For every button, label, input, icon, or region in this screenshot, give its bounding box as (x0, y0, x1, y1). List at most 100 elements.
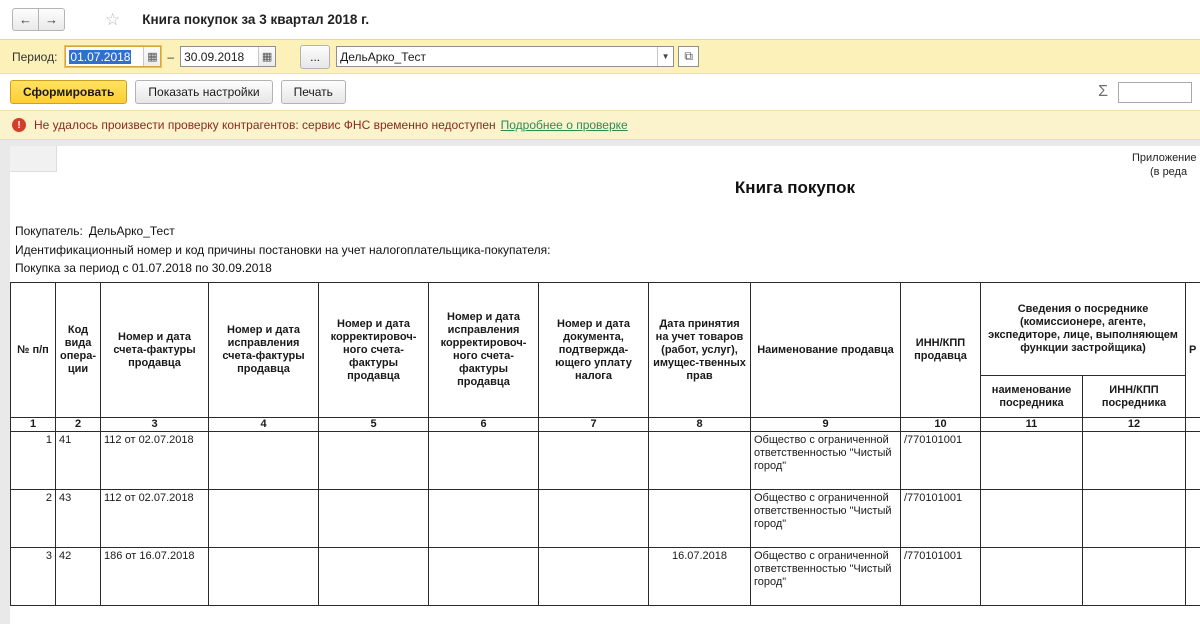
cell-num[interactable]: 1 (10, 431, 56, 490)
forward-button[interactable]: → (38, 8, 65, 31)
date-from-value: 01.07.2018 (69, 49, 132, 64)
titlebar: ← → ☆ Книга покупок за 3 квартал 2018 г. (0, 0, 1200, 40)
generate-button[interactable]: Сформировать (10, 80, 128, 104)
cell-num[interactable]: 3 (10, 547, 56, 606)
cell-adj-invoice[interactable] (318, 489, 429, 548)
cell-op-code[interactable]: 43 (55, 489, 101, 548)
cell-accept-date[interactable] (648, 489, 751, 548)
cell-payment-doc[interactable] (538, 489, 649, 548)
appendix-note-line2: (в реда (1150, 166, 1188, 178)
cell-extra[interactable] (1185, 547, 1200, 606)
col-number: 4 (208, 417, 319, 432)
cell-payment-doc[interactable] (538, 431, 649, 490)
forward-arrow-icon: → (45, 12, 58, 27)
cell-extra[interactable] (1185, 489, 1200, 548)
cell-mediator-name[interactable] (980, 431, 1083, 490)
col-number: 6 (428, 417, 539, 432)
col-number: 2 (55, 417, 101, 432)
cell-seller-inn[interactable]: /770101001 (900, 431, 981, 490)
cell-mediator-name[interactable] (980, 547, 1083, 606)
cell-payment-doc[interactable] (538, 547, 649, 606)
report-period-line: Покупка за период с 01.07.2018 по 30.09.… (15, 261, 272, 275)
col-number: 1 (10, 417, 56, 432)
cell-invoice-fix[interactable] (208, 431, 319, 490)
page-title: Книга покупок за 3 квартал 2018 г. (142, 12, 370, 27)
col-header-adj-invoice-fix: Номер и дата исправления корректировоч-н… (428, 282, 539, 418)
period-dash: – (167, 49, 175, 64)
cell-mediator-inn[interactable] (1082, 547, 1186, 606)
cell-extra[interactable] (1185, 431, 1200, 490)
cell-mediator-inn[interactable] (1082, 489, 1186, 548)
report-title: Книга покупок (734, 178, 856, 197)
cell-adj-invoice-fix[interactable] (428, 547, 539, 606)
cell-mediator-inn[interactable] (1082, 431, 1186, 490)
col-number (1185, 417, 1200, 432)
cell-seller[interactable]: Общество с ограниченной ответственностью… (750, 431, 901, 490)
cell-adj-invoice-fix[interactable] (428, 431, 539, 490)
date-from-input[interactable]: 01.07.2018 ▦ (65, 46, 162, 67)
cell-op-code[interactable]: 42 (55, 547, 101, 606)
col-header-accept-date: Дата принятия на учет товаров (работ, ус… (648, 282, 751, 418)
report-sheet: Приложение N (в реда Книга покупок Покуп… (10, 146, 1200, 624)
cell-seller[interactable]: Общество с ограниченной ответственностью… (750, 489, 901, 548)
col-header-invoice-fix: Номер и дата исправления счета-фактуры п… (208, 282, 319, 418)
appendix-note-line1: Приложение N (1132, 152, 1200, 164)
cell-adj-invoice[interactable] (318, 431, 429, 490)
cell-adj-invoice-fix[interactable] (428, 489, 539, 548)
date-to-value: 30.09.2018 (184, 49, 245, 64)
cell-seller-inn[interactable]: /770101001 (900, 547, 981, 606)
autosum-group: Σ (1098, 81, 1192, 103)
cell-adj-invoice[interactable] (318, 547, 429, 606)
open-list-button[interactable]: ⧉ (678, 46, 700, 67)
col-header-payment-doc: Номер и дата документа, подтвержда-ющего… (538, 282, 649, 418)
cell-op-code[interactable]: 41 (55, 431, 101, 490)
period-choose-button[interactable]: ... (300, 44, 331, 69)
col-header-adj-invoice: Номер и дата корректировоч-ного счета-фа… (318, 282, 429, 418)
cell-invoice[interactable]: 186 от 16.07.2018 (100, 547, 209, 606)
col-number: 11 (980, 417, 1083, 432)
cell-mediator-name[interactable] (980, 489, 1083, 548)
print-button[interactable]: Печать (280, 80, 346, 104)
col-header-invoice: Номер и дата счета-фактуры продавца (100, 282, 209, 418)
table-row: 3 42 186 от 16.07.2018 16.07.2018 Общест… (10, 547, 1200, 606)
taxpayer-id-line: Идентификационный номер и код причины по… (15, 243, 551, 257)
cell-invoice-fix[interactable] (208, 547, 319, 606)
cell-seller-inn[interactable]: /770101001 (900, 489, 981, 548)
sigma-icon[interactable]: Σ (1098, 83, 1108, 101)
favorite-star-icon[interactable]: ☆ (105, 10, 120, 30)
calendar-icon[interactable]: ▦ (143, 47, 161, 66)
table-row: 2 43 112 от 02.07.2018 Общество с ограни… (10, 489, 1200, 548)
cell-accept-date[interactable]: 16.07.2018 (648, 547, 751, 606)
col-number: 8 (648, 417, 751, 432)
warning-message: Не удалось произвести проверку контраген… (34, 118, 496, 132)
organization-value: ДельАрко_Тест (340, 49, 427, 64)
cell-accept-date[interactable] (648, 431, 751, 490)
cell-num[interactable]: 2 (10, 489, 56, 548)
chevron-down-icon[interactable]: ▼ (657, 47, 673, 66)
table-row: 1 41 112 от 02.07.2018 Общество с ограни… (10, 431, 1200, 490)
organization-combobox[interactable]: ДельАрко_Тест ▼ (336, 46, 675, 67)
warning-bar: ! Не удалось произвести проверку контраг… (0, 110, 1200, 140)
buyer-value: ДельАрко_Тест (88, 224, 175, 238)
period-label: Период: (12, 49, 58, 64)
open-icon: ⧉ (684, 49, 693, 63)
cell-invoice[interactable]: 112 от 02.07.2018 (100, 431, 209, 490)
back-button[interactable]: ← (12, 8, 39, 31)
period-toolbar: Период: 01.07.2018 ▦ – 30.09.2018 ▦ ... … (0, 40, 1200, 74)
date-to-input[interactable]: 30.09.2018 ▦ (180, 46, 277, 67)
show-settings-button[interactable]: Показать настройки (135, 80, 273, 104)
cell-invoice-fix[interactable] (208, 489, 319, 548)
calendar-icon[interactable]: ▦ (258, 47, 276, 66)
col-header-op-code: Код вида опера-ции (55, 282, 101, 418)
app-window: ← → ☆ Книга покупок за 3 квартал 2018 г.… (0, 0, 1200, 624)
actions-toolbar: Сформировать Показать настройки Печать Σ (0, 74, 1200, 110)
warning-details-link[interactable]: Подробнее о проверке (501, 118, 628, 132)
cell-invoice[interactable]: 112 от 02.07.2018 (100, 489, 209, 548)
col-header-num: № п/п (10, 282, 56, 418)
autosum-field[interactable] (1118, 81, 1192, 103)
col-number: 5 (318, 417, 429, 432)
column-numbers-row: 1 2 3 4 5 6 7 8 9 10 11 12 (10, 417, 1200, 432)
purchase-book-table: № п/п Код вида опера-ции Номер и дата сч… (10, 282, 1200, 606)
col-header-mediator-inn: ИНН/КПП посредника (1082, 375, 1186, 418)
cell-seller[interactable]: Общество с ограниченной ответственностью… (750, 547, 901, 606)
